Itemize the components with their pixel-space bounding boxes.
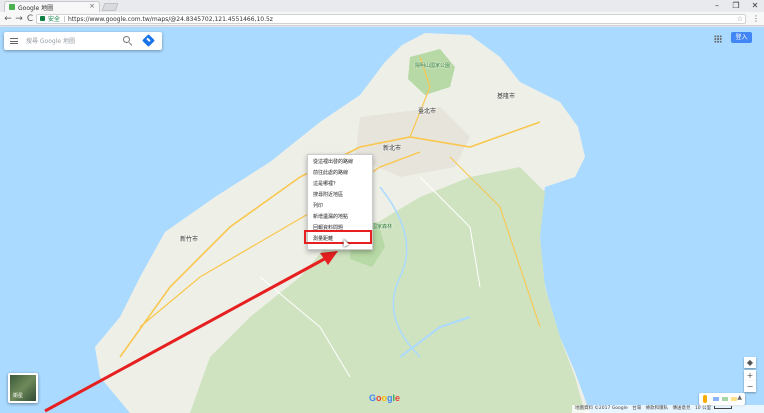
map-label-new-taipei: 新北市 <box>383 145 402 152</box>
scale-bar <box>714 406 733 409</box>
logo-letter: e <box>395 393 401 403</box>
search-box <box>4 32 162 50</box>
url-text[interactable]: https://www.google.com.tw/maps/@24.83457… <box>68 15 273 24</box>
address-separator <box>64 16 65 22</box>
tab-close-icon[interactable]: × <box>89 2 95 10</box>
context-menu-item[interactable]: 搜尋附近地區 <box>313 192 343 199</box>
context-menu-item[interactable]: 列印 <box>313 203 323 210</box>
secure-label: 安全 <box>48 16 61 23</box>
new-tab-button[interactable] <box>101 3 119 11</box>
sign-in-button[interactable]: 登入 <box>731 32 752 43</box>
back-button[interactable]: ← <box>3 13 13 25</box>
scale-label[interactable]: 10 公里 <box>695 406 711 411</box>
address-bar[interactable]: 安全 https://www.google.com.tw/maps/@24.83… <box>36 14 746 24</box>
google-logo: Google <box>369 393 400 403</box>
map-label-yangmingshan: 陽明山國家公園 <box>415 63 451 69</box>
search-input[interactable] <box>26 35 116 47</box>
zoom-out-button[interactable]: − <box>744 381 756 392</box>
maximize-button[interactable]: ❐ <box>727 0 745 11</box>
map-graphic <box>44 33 590 413</box>
tab-google-maps[interactable]: Google 地圖 × <box>4 1 100 12</box>
region-link[interactable]: 台灣 <box>632 406 641 411</box>
context-menu-item[interactable]: 這是哪裡？ <box>313 181 338 188</box>
map-label-forest: 國家森林 <box>372 224 393 230</box>
map-label-taipei: 臺北市 <box>418 108 437 115</box>
minimize-button[interactable]: – <box>708 0 726 11</box>
feedback-link[interactable]: 傳送意見 <box>673 406 691 411</box>
map-label-hsinchu: 新竹市 <box>180 236 199 243</box>
compass-icon[interactable]: ◆ <box>744 357 756 368</box>
browser-window: Google 地圖 × – ❐ ✕ ← → C 安全 https://www.g… <box>0 0 764 413</box>
menu-icon[interactable] <box>10 38 18 44</box>
highlight-box <box>304 230 372 244</box>
forward-button[interactable]: → <box>14 13 24 25</box>
street-view-strip[interactable]: ▲ <box>699 393 745 405</box>
satellite-label: 衛星 <box>13 393 24 399</box>
map-label-keelung: 基隆市 <box>497 93 516 100</box>
attribution-bar: 地圖資料 ©2017 Google 台灣 條款和隱私 傳送意見 10 公里 <box>572 405 764 413</box>
search-icon[interactable] <box>123 36 130 43</box>
lock-icon <box>40 16 45 21</box>
map-data-credit: 地圖資料 ©2017 Google <box>575 406 628 411</box>
maps-favicon-icon <box>9 4 15 10</box>
bookmark-star-icon[interactable]: ☆ <box>737 15 743 24</box>
context-menu-item[interactable]: 新增遺漏的地點 <box>313 214 348 221</box>
context-menu-item[interactable]: 前往此處的路線 <box>313 170 348 177</box>
pegman-icon[interactable] <box>703 395 707 403</box>
browser-toolbar: ← → C 安全 https://www.google.com.tw/maps/… <box>0 12 764 26</box>
browser-menu-button[interactable]: ⋮ <box>752 13 760 25</box>
tab-title: Google 地圖 <box>18 5 54 12</box>
context-menu-item[interactable]: 從這裡出發的路線 <box>313 159 353 166</box>
logo-letter: G <box>369 393 377 403</box>
close-window-button[interactable]: ✕ <box>746 0 764 11</box>
tab-strip: Google 地圖 × – ❐ ✕ <box>0 0 764 12</box>
terms-link[interactable]: 條款和隱私 <box>646 406 669 411</box>
satellite-toggle[interactable]: 衛星 <box>8 373 38 403</box>
zoom-in-button[interactable]: + <box>744 370 756 381</box>
map-canvas[interactable]: 臺北市 新北市 基隆市 新竹市 陽明山國家公園 國家森林 登入 從這裡出發的路線… <box>0 27 764 413</box>
apps-grid-icon[interactable] <box>714 35 722 43</box>
reload-button[interactable]: C <box>25 13 35 25</box>
directions-icon[interactable] <box>142 34 155 47</box>
expand-chevron-icon[interactable]: ▲ <box>737 394 742 401</box>
imagery-thumbnail[interactable] <box>712 396 720 402</box>
imagery-thumbnail[interactable] <box>721 396 729 402</box>
